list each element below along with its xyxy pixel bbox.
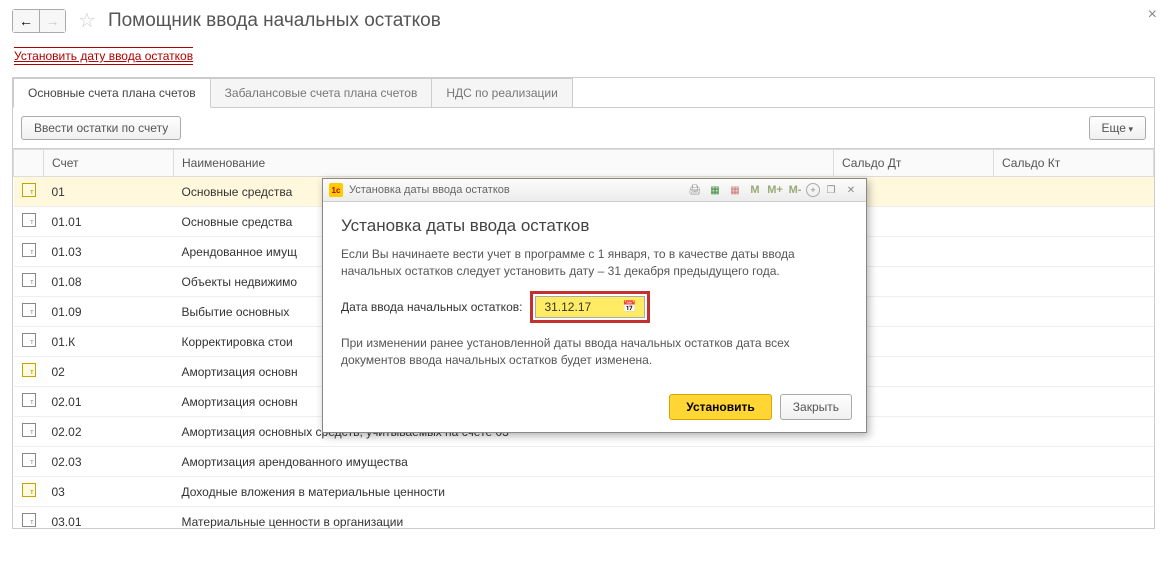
enter-balances-button[interactable]: Ввести остатки по счету (21, 116, 181, 140)
col-account: Счет (44, 150, 174, 177)
dialog-paragraph-1: Если Вы начинаете вести учет в программе… (341, 246, 848, 281)
cell-name: Доходные вложения в материальные ценност… (174, 477, 834, 507)
cell-account: 02 (44, 357, 174, 387)
account-icon (22, 423, 36, 437)
account-icon (22, 303, 36, 317)
cell-name: Материальные ценности в организации (174, 507, 834, 529)
cell-saldo-kt (994, 177, 1154, 207)
calendar-31-icon[interactable]: ▦ (726, 182, 744, 198)
account-icon (22, 513, 36, 527)
date-input[interactable]: 31.12.17 📅 (535, 296, 645, 318)
set-button[interactable]: Установить (669, 394, 772, 420)
cell-saldo-kt (994, 357, 1154, 387)
account-icon (22, 273, 36, 287)
tab-main-accounts[interactable]: Основные счета плана счетов (13, 78, 211, 108)
set-date-link[interactable]: Установить дату ввода остатков (14, 47, 193, 65)
table-row[interactable]: 03Доходные вложения в материальные ценно… (14, 477, 1154, 507)
cell-saldo-dt (834, 477, 994, 507)
dialog-paragraph-2: При изменении ранее установленной даты в… (341, 335, 848, 370)
account-icon (22, 333, 36, 347)
forward-button[interactable]: → (39, 10, 65, 32)
cell-name: Амортизация арендованного имущества (174, 447, 834, 477)
zoom-icon[interactable]: + (806, 183, 820, 197)
dialog-close-icon[interactable]: ✕ (842, 182, 860, 198)
close-icon[interactable]: × (1148, 6, 1157, 24)
account-icon (22, 483, 36, 497)
favorite-icon[interactable]: ☆ (78, 8, 96, 33)
account-icon (22, 183, 36, 197)
cell-saldo-kt (994, 507, 1154, 529)
memory-mplus-icon[interactable]: M+ (766, 182, 784, 198)
cell-account: 03 (44, 477, 174, 507)
col-saldo-dt: Сальдо Дт (834, 150, 994, 177)
close-button[interactable]: Закрыть (780, 394, 852, 420)
set-date-dialog: 1c Установка даты ввода остатков 🖨 ▦ ▦ M… (322, 178, 867, 433)
table-row[interactable]: 03.01Материальные ценности в организации (14, 507, 1154, 529)
date-value: 31.12.17 (544, 300, 591, 314)
account-icon (22, 243, 36, 257)
dialog-titlebar[interactable]: 1c Установка даты ввода остатков 🖨 ▦ ▦ M… (323, 179, 866, 202)
col-saldo-kt: Сальдо Кт (994, 150, 1154, 177)
cell-account: 01 (44, 177, 174, 207)
cell-saldo-kt (994, 327, 1154, 357)
account-icon (22, 453, 36, 467)
tabs: Основные счета плана счетов Забалансовые… (13, 78, 1154, 108)
cell-saldo-kt (994, 417, 1154, 447)
dialog-title: Установка даты ввода остатков (349, 184, 510, 196)
print-icon[interactable]: 🖨 (686, 182, 704, 198)
cell-account: 01.К (44, 327, 174, 357)
cell-saldo-kt (994, 387, 1154, 417)
cell-saldo-kt (994, 447, 1154, 477)
back-button[interactable]: ← (13, 10, 39, 32)
date-label: Дата ввода начальных остатков: (341, 300, 522, 314)
cell-account: 01.09 (44, 297, 174, 327)
cell-saldo-dt (834, 507, 994, 529)
page-title: Помощник ввода начальных остатков (108, 10, 441, 32)
calendar-picker-icon[interactable]: 📅 (623, 300, 637, 313)
cell-saldo-dt (834, 447, 994, 477)
account-icon (22, 213, 36, 227)
date-highlight: 31.12.17 📅 (530, 291, 650, 323)
cell-account: 01.08 (44, 267, 174, 297)
cell-saldo-kt (994, 267, 1154, 297)
app-icon: 1c (329, 183, 343, 197)
memory-m-icon[interactable]: M (746, 182, 764, 198)
tab-offbalance-accounts[interactable]: Забалансовые счета плана счетов (210, 78, 433, 107)
calendar-icon[interactable]: ▦ (706, 182, 724, 198)
cell-account: 03.01 (44, 507, 174, 529)
tab-vat[interactable]: НДС по реализации (431, 78, 572, 107)
window-icon[interactable]: ❐ (822, 182, 840, 198)
cell-account: 01.03 (44, 237, 174, 267)
topbar: ← → ☆ Помощник ввода начальных остатков (12, 8, 1155, 33)
cell-saldo-kt (994, 237, 1154, 267)
cell-account: 01.01 (44, 207, 174, 237)
toolbar: Ввести остатки по счету Еще (13, 108, 1154, 148)
table-row[interactable]: 02.03Амортизация арендованного имущества (14, 447, 1154, 477)
col-name: Наименование (174, 150, 834, 177)
account-icon (22, 393, 36, 407)
account-icon (22, 363, 36, 377)
nav-buttons: ← → (12, 9, 66, 33)
dialog-heading: Установка даты ввода остатков (341, 216, 848, 236)
cell-saldo-kt (994, 297, 1154, 327)
memory-mminus-icon[interactable]: M- (786, 182, 804, 198)
cell-saldo-kt (994, 477, 1154, 507)
cell-saldo-kt (994, 207, 1154, 237)
more-button[interactable]: Еще (1089, 116, 1146, 140)
cell-account: 02.01 (44, 387, 174, 417)
cell-account: 02.03 (44, 447, 174, 477)
cell-account: 02.02 (44, 417, 174, 447)
